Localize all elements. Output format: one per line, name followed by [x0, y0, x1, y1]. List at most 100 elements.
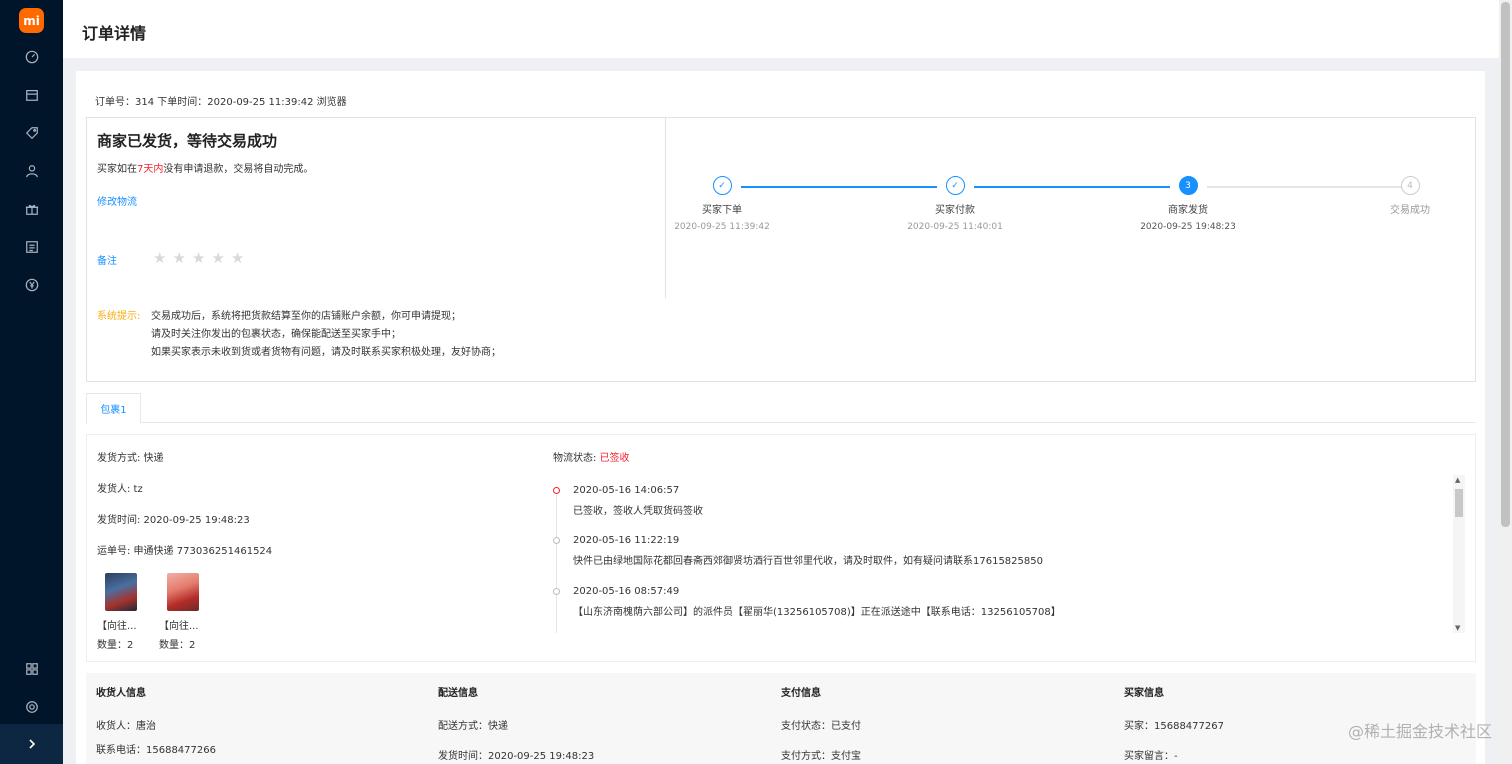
shipper: 发货人: tz — [97, 484, 143, 495]
step-label: 交易成功 — [1390, 205, 1430, 216]
timeline-scrollbar[interactable]: ▲ ▼ — [1453, 475, 1465, 633]
step-label: 商家发货 — [1168, 205, 1208, 216]
delivery-method: 配送方式：快递 — [438, 721, 508, 732]
step-trade-success: 4 交易成功 — [1350, 176, 1470, 216]
receiver-phone: 联系电话：15688477266 — [96, 745, 216, 756]
goods-item[interactable]: 【向往... 数量：2 — [97, 573, 139, 651]
timeline-time: 2020-05-16 08:57:49 — [573, 586, 680, 597]
page-scrollbar[interactable] — [1499, 0, 1512, 764]
timeline-dot — [553, 588, 560, 595]
order-status-panel: 商家已发货，等待交易成功 买家如在7天内没有申请退款，交易将自动完成。 修改物流… — [86, 117, 1476, 382]
tips-lines: 交易成功后，系统将把货款结算至你的店铺账户余额，你可申请提现； 请及时关注你发出… — [151, 308, 501, 362]
goods-item[interactable]: 【向往... 数量：2 — [159, 573, 201, 651]
timeline-text: 【山东济南槐荫六部公司】的派件员【翟丽华(13256105708)】正在派送途中… — [573, 607, 1061, 618]
chevron-right-icon — [28, 739, 35, 749]
mi-logo[interactable]: mi — [19, 8, 44, 33]
timeline-time: 2020-05-16 14:06:57 — [573, 485, 680, 496]
star-icon[interactable]: ★ — [211, 250, 224, 266]
sidebar: mi — [0, 0, 63, 764]
star-icon[interactable]: ★ — [231, 250, 244, 266]
shipping-info: 发货方式: 快递 发货人: tz 发货时间: 2020-09-25 19:48:… — [97, 449, 272, 573]
page-header: 订单详情 — [63, 0, 1499, 58]
status-sub-prefix: 买家如在 — [97, 164, 137, 175]
settings-icon[interactable] — [21, 696, 42, 717]
gift-icon[interactable] — [21, 198, 42, 219]
scrollbar-thumb[interactable] — [1501, 2, 1510, 527]
tips-label: 系统提示: — [97, 311, 141, 322]
star-icon[interactable]: ★ — [153, 250, 166, 266]
logistics-status-value: 已签收 — [599, 453, 630, 464]
remark-link[interactable]: 备注 — [97, 252, 117, 267]
sidebar-collapse-button[interactable] — [0, 724, 63, 764]
delivery-time: 发货时间：2020-09-25 19:48:23 — [438, 751, 595, 762]
step-label: 买家下单 — [702, 205, 742, 216]
star-icon[interactable]: ★ — [192, 250, 205, 266]
star-icon[interactable]: ★ — [172, 250, 185, 266]
step-time: 2020-09-25 11:39:42 — [674, 222, 770, 232]
goods-name: 【向往... — [97, 621, 137, 632]
list-icon[interactable] — [21, 236, 42, 257]
logistics-status: 物流状态: 已签收 — [553, 449, 630, 464]
goods-qty: 数量：2 — [97, 640, 134, 651]
auto-complete-days: 7天内 — [137, 164, 164, 175]
status-left-panel: 商家已发货，等待交易成功 买家如在7天内没有申请退款，交易将自动完成。 修改物流… — [87, 118, 666, 298]
timeline-scroll-thumb[interactable] — [1455, 489, 1463, 517]
receiver-info-head: 收货人信息 — [96, 688, 146, 699]
tip-line: 请及时关注你发出的包裹状态，确保能配送至买家手中； — [151, 329, 401, 340]
dashboard-icon[interactable] — [21, 46, 42, 67]
step-time: 2020-09-25 11:40:01 — [907, 222, 1003, 232]
buyer-account: 买家：15688477267 — [1124, 721, 1224, 732]
order-detail-card: 订单号：314 下单时间：2020-09-25 11:39:42 浏览器 商家已… — [76, 71, 1485, 764]
receiver-name: 收货人：唐治 — [96, 721, 156, 732]
logistics-timeline: 2020-05-16 14:06:57 已签收，签收人凭取货码签收 2020-0… — [553, 477, 1465, 633]
buyer-info-head: 买家信息 — [1124, 688, 1164, 699]
status-sub-suffix: 没有申请退款，交易将自动完成。 — [163, 164, 314, 175]
user-icon[interactable] — [21, 160, 42, 181]
logistics-label: 物流状态: — [553, 453, 597, 464]
timeline-text: 已签收，签收人凭取货码签收 — [573, 506, 703, 517]
goods-list: 【向往... 数量：2 【向往... 数量：2 — [97, 573, 201, 651]
step-buyer-pay: ✓ 买家付款 2020-09-25 11:40:01 — [895, 176, 1015, 232]
step-seller-ship: 3 商家发货 2020-09-25 19:48:23 — [1128, 176, 1248, 232]
timeline-time: 2020-05-16 11:22:19 — [573, 535, 680, 546]
product-image[interactable] — [167, 573, 199, 611]
check-icon: ✓ — [712, 176, 732, 195]
package-panel: 发货方式: 快递 发货人: tz 发货时间: 2020-09-25 19:48:… — [86, 434, 1476, 662]
payment-method: 支付方式：支付宝 — [781, 751, 861, 762]
order-summary: 订单号：314 下单时间：2020-09-25 11:39:42 浏览器 — [95, 97, 347, 108]
product-image[interactable] — [105, 573, 137, 611]
timeline-text: 快件已由绿地国际花都回春斋西郊御贤坊酒行百世邻里代收，请及时取件，如有疑问请联系… — [573, 556, 1043, 567]
goods-name: 【向往... — [159, 621, 199, 632]
tag-icon[interactable] — [21, 122, 42, 143]
step-number: 4 — [1400, 176, 1420, 195]
payment-status: 支付状态：已支付 — [781, 721, 861, 732]
step-buyer-order: ✓ 买家下单 2020-09-25 11:39:42 — [662, 176, 782, 232]
yuan-icon[interactable] — [21, 274, 42, 295]
timeline-line — [556, 495, 557, 633]
store-icon[interactable] — [21, 84, 42, 105]
check-icon: ✓ — [945, 176, 965, 195]
buyer-message: 买家留言：- — [1124, 751, 1178, 762]
ship-method: 发货方式: 快递 — [97, 453, 164, 464]
watermark: @稀土掘金技术社区 — [1347, 722, 1492, 741]
rating-stars[interactable]: ★ ★ ★ ★ ★ — [153, 250, 244, 266]
step-time: 2020-09-25 19:48:23 — [1140, 222, 1236, 232]
status-title: 商家已发货，等待交易成功 — [97, 132, 278, 150]
scroll-down-icon[interactable]: ▼ — [1455, 624, 1460, 632]
goods-qty: 数量：2 — [159, 640, 196, 651]
ship-time: 发货时间: 2020-09-25 19:48:23 — [97, 515, 250, 526]
order-steps: ✓ 买家下单 2020-09-25 11:39:42 ✓ 买家付款 2020-0… — [667, 118, 1477, 298]
package-tabs: 包裹1 — [86, 393, 1476, 424]
apps-icon[interactable] — [21, 658, 42, 679]
waybill-number: 运单号: 申通快递 773036251461524 — [97, 546, 273, 557]
modify-logistics-link[interactable]: 修改物流 — [97, 193, 137, 208]
scroll-up-icon[interactable]: ▲ — [1455, 476, 1460, 484]
tab-package-1[interactable]: 包裹1 — [86, 393, 141, 424]
page-title: 订单详情 — [82, 24, 147, 43]
step-number: 3 — [1178, 176, 1198, 195]
delivery-info-head: 配送信息 — [438, 688, 478, 699]
tip-line: 交易成功后，系统将把货款结算至你的店铺账户余额，你可申请提现； — [151, 311, 461, 322]
timeline-dot — [553, 487, 560, 494]
order-info-grid: 收货人信息 收货人：唐治 联系电话：15688477266 配送信息 配送方式：… — [86, 673, 1476, 764]
payment-info-head: 支付信息 — [781, 688, 821, 699]
